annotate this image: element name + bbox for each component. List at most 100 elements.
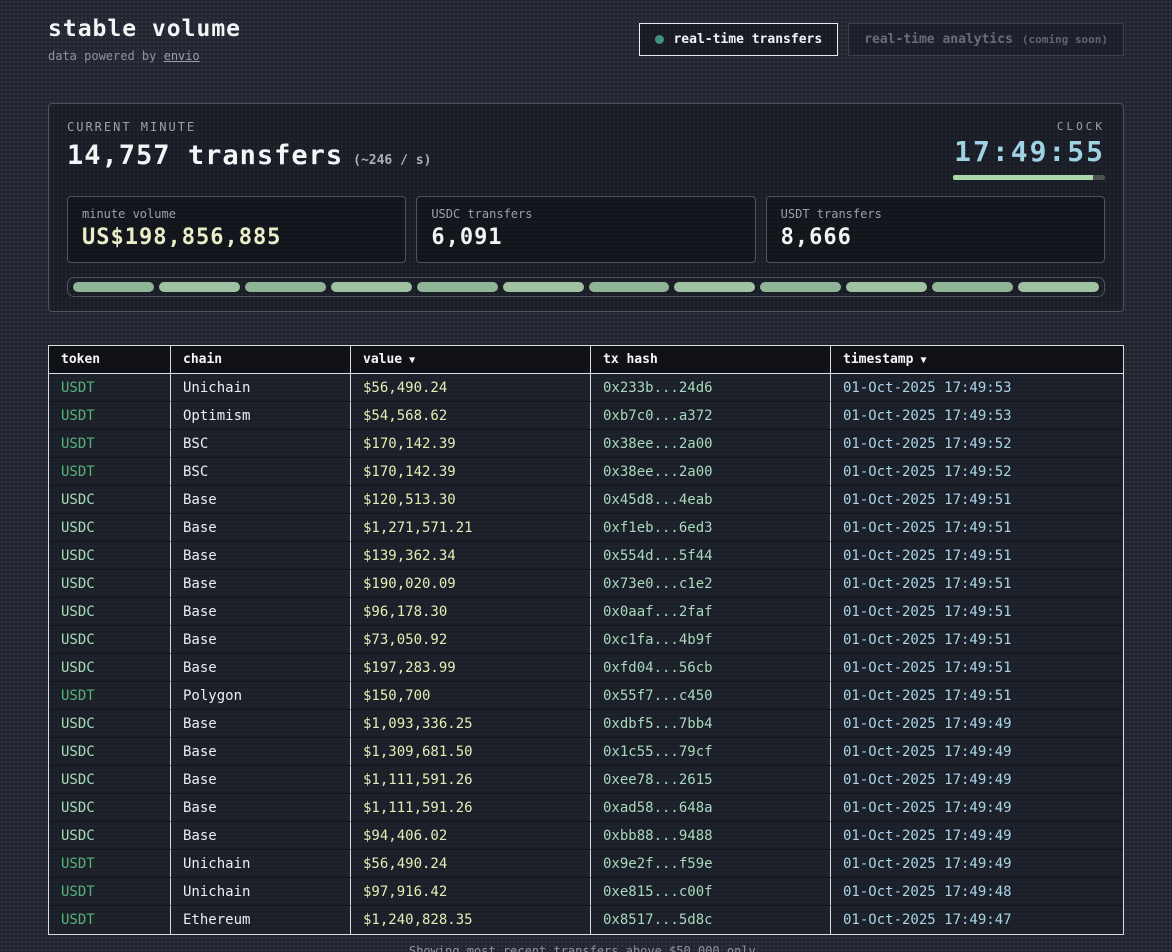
cell-token: USDC bbox=[49, 738, 171, 766]
cell-timestamp: 01-Oct-2025 17:49:49 bbox=[831, 766, 1123, 794]
cell-token: USDC bbox=[49, 654, 171, 682]
cell-timestamp: 01-Oct-2025 17:49:49 bbox=[831, 794, 1123, 822]
cell-tx-hash[interactable]: 0x0aaf...2faf bbox=[591, 598, 831, 626]
current-minute-panel: CURRENT MINUTE 14,757 transfers (~246 / … bbox=[48, 103, 1124, 312]
powered-by-text: data powered by bbox=[48, 49, 164, 63]
col-header-timestamp[interactable]: timestamp▼ bbox=[831, 346, 1123, 374]
coming-soon-note: (coming soon) bbox=[1022, 33, 1108, 46]
cell-timestamp: 01-Oct-2025 17:49:49 bbox=[831, 738, 1123, 766]
cell-tx-hash[interactable]: 0x38ee...2a00 bbox=[591, 430, 831, 458]
volume-segment bbox=[159, 282, 240, 292]
cell-tx-hash[interactable]: 0x8517...5d8c bbox=[591, 906, 831, 934]
tab-label: real-time transfers bbox=[673, 32, 822, 47]
powered-by: data powered by envio bbox=[48, 49, 241, 63]
cell-chain: Base bbox=[171, 710, 351, 738]
envio-link[interactable]: envio bbox=[164, 49, 200, 63]
clock-box: CLOCK 17:49:55 bbox=[953, 120, 1105, 180]
col-header-tx-hash[interactable]: tx hash bbox=[591, 346, 831, 374]
cell-tx-hash[interactable]: 0x9e2f...f59e bbox=[591, 850, 831, 878]
cell-tx-hash[interactable]: 0xbb88...9488 bbox=[591, 822, 831, 850]
transfers-count: 14,757 transfers bbox=[67, 140, 343, 171]
table-row: USDC Base $190,020.09 0x73e0...c1e2 01-O… bbox=[49, 570, 1123, 598]
minute-transfers: CURRENT MINUTE 14,757 transfers (~246 / … bbox=[67, 120, 431, 171]
cell-timestamp: 01-Oct-2025 17:49:51 bbox=[831, 626, 1123, 654]
cell-chain: Base bbox=[171, 514, 351, 542]
cell-token: USDT bbox=[49, 374, 171, 402]
cell-timestamp: 01-Oct-2025 17:49:51 bbox=[831, 654, 1123, 682]
cell-tx-hash[interactable]: 0x45d8...4eab bbox=[591, 486, 831, 514]
cell-tx-hash[interactable]: 0xfd04...56cb bbox=[591, 654, 831, 682]
cell-tx-hash[interactable]: 0x233b...24d6 bbox=[591, 374, 831, 402]
cell-token: USDT bbox=[49, 906, 171, 934]
cell-tx-hash[interactable]: 0x55f7...c450 bbox=[591, 682, 831, 710]
cell-value: $1,271,571.21 bbox=[351, 514, 591, 542]
stat-usdt-transfers: USDT transfers 8,666 bbox=[766, 196, 1105, 263]
cell-timestamp: 01-Oct-2025 17:49:51 bbox=[831, 486, 1123, 514]
cell-tx-hash[interactable]: 0xc1fa...4b9f bbox=[591, 626, 831, 654]
transfers-table: token chain value▼ tx hash timestamp▼ US… bbox=[48, 345, 1124, 935]
cell-value: $1,111,591.26 bbox=[351, 794, 591, 822]
tab-real-time-transfers[interactable]: real-time transfers bbox=[639, 23, 838, 56]
cell-value: $94,406.02 bbox=[351, 822, 591, 850]
cell-token: USDC bbox=[49, 514, 171, 542]
cell-token: USDC bbox=[49, 542, 171, 570]
cell-chain: Optimism bbox=[171, 402, 351, 430]
cell-tx-hash[interactable]: 0xe815...c00f bbox=[591, 878, 831, 906]
cell-timestamp: 01-Oct-2025 17:49:51 bbox=[831, 598, 1123, 626]
cell-tx-hash[interactable]: 0x38ee...2a00 bbox=[591, 458, 831, 486]
cell-chain: Ethereum bbox=[171, 906, 351, 934]
cell-tx-hash[interactable]: 0xdbf5...7bb4 bbox=[591, 710, 831, 738]
tab-label: real-time analytics bbox=[864, 32, 1013, 47]
cell-token: USDC bbox=[49, 486, 171, 514]
cell-timestamp: 01-Oct-2025 17:49:51 bbox=[831, 542, 1123, 570]
volume-segment bbox=[846, 282, 927, 292]
cell-tx-hash[interactable]: 0x554d...5f44 bbox=[591, 542, 831, 570]
cell-token: USDC bbox=[49, 794, 171, 822]
table-row: USDC Base $139,362.34 0x554d...5f44 01-O… bbox=[49, 542, 1123, 570]
cell-timestamp: 01-Oct-2025 17:49:49 bbox=[831, 822, 1123, 850]
table-row: USDC Base $1,111,591.26 0xee78...2615 01… bbox=[49, 766, 1123, 794]
cell-value: $150,700 bbox=[351, 682, 591, 710]
cell-tx-hash[interactable]: 0xb7c0...a372 bbox=[591, 402, 831, 430]
cell-token: USDT bbox=[49, 878, 171, 906]
table-row: USDT Unichain $56,490.24 0x233b...24d6 0… bbox=[49, 374, 1123, 402]
col-header-chain[interactable]: chain bbox=[171, 346, 351, 374]
table-row: USDC Base $73,050.92 0xc1fa...4b9f 01-Oc… bbox=[49, 626, 1123, 654]
cell-timestamp: 01-Oct-2025 17:49:49 bbox=[831, 850, 1123, 878]
table-body: USDT Unichain $56,490.24 0x233b...24d6 0… bbox=[49, 374, 1123, 934]
cell-value: $170,142.39 bbox=[351, 458, 591, 486]
cell-token: USDC bbox=[49, 570, 171, 598]
volume-segments-bar bbox=[67, 277, 1105, 297]
cell-chain: BSC bbox=[171, 458, 351, 486]
cell-tx-hash[interactable]: 0x1c55...79cf bbox=[591, 738, 831, 766]
cell-tx-hash[interactable]: 0xee78...2615 bbox=[591, 766, 831, 794]
cell-chain: Base bbox=[171, 794, 351, 822]
cell-chain: Base bbox=[171, 654, 351, 682]
cell-tx-hash[interactable]: 0xf1eb...6ed3 bbox=[591, 514, 831, 542]
stat-usdc-transfers: USDC transfers 6,091 bbox=[416, 196, 755, 263]
cell-token: USDT bbox=[49, 458, 171, 486]
volume-segment bbox=[417, 282, 498, 292]
cell-value: $96,178.30 bbox=[351, 598, 591, 626]
cell-chain: Base bbox=[171, 822, 351, 850]
tab-real-time-analytics[interactable]: real-time analytics (coming soon) bbox=[848, 23, 1124, 56]
cell-timestamp: 01-Oct-2025 17:49:52 bbox=[831, 430, 1123, 458]
cell-token: USDT bbox=[49, 850, 171, 878]
volume-segment bbox=[932, 282, 1013, 292]
table-row: USDC Base $1,093,336.25 0xdbf5...7bb4 01… bbox=[49, 710, 1123, 738]
cell-tx-hash[interactable]: 0xad58...648a bbox=[591, 794, 831, 822]
cell-value: $1,240,828.35 bbox=[351, 906, 591, 934]
cell-tx-hash[interactable]: 0x73e0...c1e2 bbox=[591, 570, 831, 598]
volume-segment bbox=[760, 282, 841, 292]
minute-progress-fill bbox=[953, 175, 1093, 180]
col-header-token[interactable]: token bbox=[49, 346, 171, 374]
stat-label: USDC transfers bbox=[431, 207, 740, 221]
table-row: USDC Base $120,513.30 0x45d8...4eab 01-O… bbox=[49, 486, 1123, 514]
cell-chain: Polygon bbox=[171, 682, 351, 710]
col-header-value[interactable]: value▼ bbox=[351, 346, 591, 374]
cell-token: USDT bbox=[49, 430, 171, 458]
volume-segment bbox=[589, 282, 670, 292]
table-row: USDC Base $1,271,571.21 0xf1eb...6ed3 01… bbox=[49, 514, 1123, 542]
current-minute-label: CURRENT MINUTE bbox=[67, 120, 431, 134]
cell-value: $120,513.30 bbox=[351, 486, 591, 514]
